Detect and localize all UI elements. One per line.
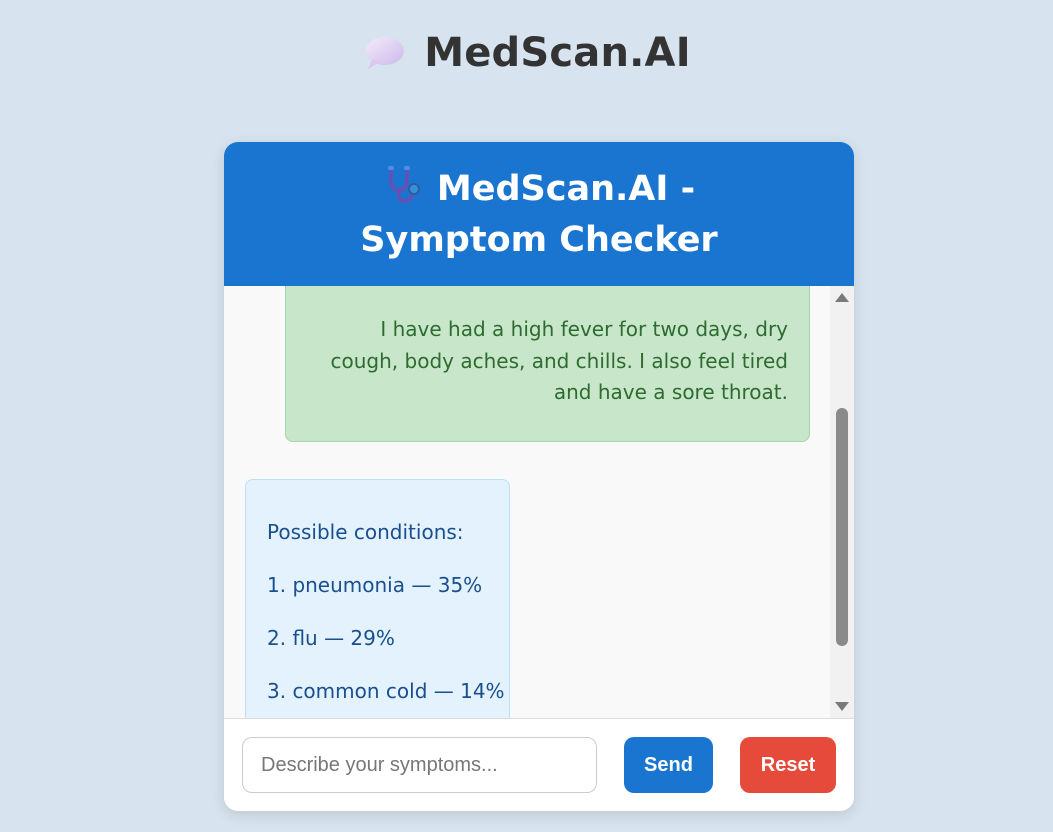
page-title: MedScan.AI — [424, 30, 691, 76]
input-bar: Send Reset — [224, 718, 854, 811]
chat-header: MedScan.AI - Symptom Checker — [224, 142, 854, 286]
chat-card: MedScan.AI - Symptom Checker I have had … — [224, 142, 854, 811]
symptom-input[interactable] — [242, 737, 597, 793]
chat-scrollbar[interactable] — [830, 286, 854, 718]
reset-button[interactable]: Reset — [740, 737, 836, 793]
page-header: MedScan.AI — [0, 30, 1053, 76]
condition-item: 1. pneumonia — 35% — [267, 573, 483, 597]
send-button[interactable]: Send — [624, 737, 713, 793]
user-message: I have had a high fever for two days, dr… — [285, 286, 810, 442]
chat-header-title: MedScan.AI - Symptom Checker — [284, 164, 794, 264]
chat-messages[interactable]: I have had a high fever for two days, dr… — [224, 286, 854, 718]
scrollbar-thumb[interactable] — [836, 408, 848, 646]
condition-item: 2. flu — 29% — [267, 626, 395, 650]
scroll-up-arrow-icon[interactable] — [835, 293, 849, 302]
bot-message: Possible conditions: 1. pneumonia — 35% … — [245, 479, 510, 718]
scroll-down-arrow-icon[interactable] — [835, 702, 849, 711]
bot-message-intro: Possible conditions: — [267, 520, 464, 544]
stethoscope-icon — [383, 164, 423, 217]
condition-item: 3. common cold — 14% — [267, 679, 505, 703]
speech-bubble-icon — [362, 31, 406, 75]
